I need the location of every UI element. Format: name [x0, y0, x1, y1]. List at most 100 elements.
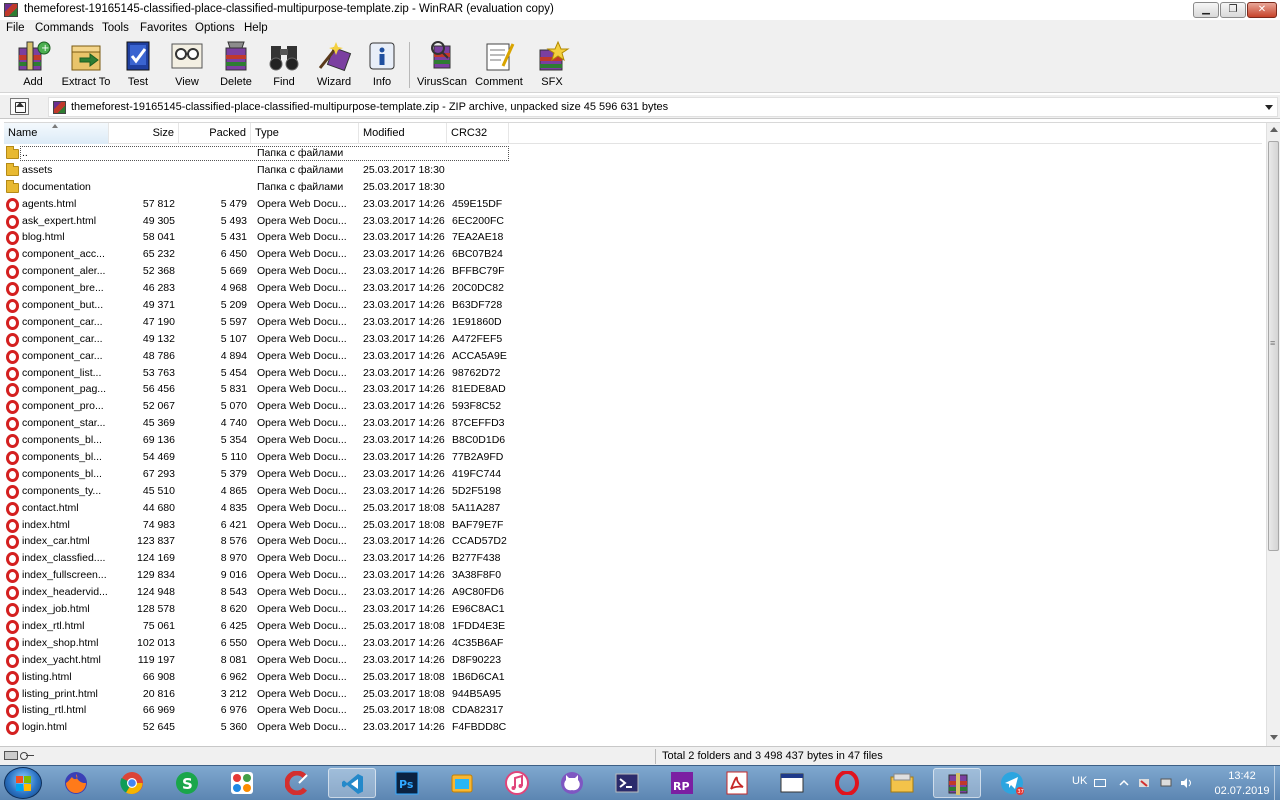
table-row[interactable]: index_headervid... 124 948 8 543 Opera Web …: [4, 584, 1262, 601]
drive-icon[interactable]: [4, 751, 18, 760]
taskbar-opera[interactable]: [823, 768, 871, 798]
table-row[interactable]: listing_rtl.html 66 969 6 976 Opera Web Doc…: [4, 702, 1262, 719]
taskbar-vscode[interactable]: [328, 768, 376, 798]
taskbar-photoshop[interactable]: Ps: [383, 768, 431, 798]
taskbar-powershell[interactable]: [603, 768, 651, 798]
clock-date[interactable]: 02.07.2019: [1212, 785, 1272, 797]
table-row[interactable]: listing_print.html 20 816 3 212 Opera Web D…: [4, 686, 1262, 703]
taskbar-skype[interactable]: S: [163, 768, 211, 798]
scroll-thumb[interactable]: [1268, 141, 1279, 551]
table-row[interactable]: index_rtl.html 75 061 6 425 Opera Web Docu.…: [4, 618, 1262, 635]
table-row[interactable]: component_car... 49 132 5 107 Opera Web Doc…: [4, 331, 1262, 348]
taskbar-office-tab[interactable]: [218, 768, 266, 798]
table-row[interactable]: index_shop.html 102 013 6 550 Opera Web Doc…: [4, 635, 1262, 652]
table-row[interactable]: ask_expert.html 49 305 5 493 Opera Web Docu…: [4, 213, 1262, 230]
menu-help[interactable]: Help: [244, 22, 268, 34]
table-row[interactable]: component_aler... 52 368 5 669 Opera Web Do…: [4, 263, 1262, 280]
taskbar-winrar[interactable]: [933, 768, 981, 798]
tray-expand-icon[interactable]: [1118, 778, 1130, 788]
table-row[interactable]: component_car... 48 786 4 894 Opera Web Doc…: [4, 348, 1262, 365]
table-row[interactable]: index_classfied.... 124 169 8 970 Opera Web…: [4, 550, 1262, 567]
column-crc32[interactable]: CRC32: [447, 123, 509, 144]
table-row[interactable]: index_job.html 128 578 8 620 Opera Web Docu…: [4, 601, 1262, 618]
find-button[interactable]: Find: [263, 40, 305, 90]
start-button[interactable]: [4, 767, 42, 799]
minimize-button[interactable]: ▁: [1193, 2, 1219, 18]
table-row[interactable]: component_car... 47 190 5 597 Opera Web Doc…: [4, 314, 1262, 331]
table-row[interactable]: .. Папка с файлами: [4, 145, 1262, 162]
test-button[interactable]: Test: [118, 40, 158, 90]
volume-icon[interactable]: [1180, 778, 1192, 788]
sfx-button[interactable]: SFX: [532, 40, 572, 90]
scroll-up-icon[interactable]: [1270, 127, 1278, 132]
menu-favorites[interactable]: Favorites: [140, 22, 187, 34]
taskbar-file-manager[interactable]: [438, 768, 486, 798]
action-center-icon[interactable]: [1138, 778, 1150, 788]
close-button[interactable]: ✕: [1247, 2, 1277, 18]
table-row[interactable]: component_acc... 65 232 6 450 Opera Web Doc…: [4, 246, 1262, 263]
table-row[interactable]: documentation Папка с файлами 25.03.2017 1…: [4, 179, 1262, 196]
table-row[interactable]: assets Папка с файлами 25.03.2017 18:30: [4, 162, 1262, 179]
table-row[interactable]: index_fullscreen... 129 834 9 016 Opera Web…: [4, 567, 1262, 584]
delete-button[interactable]: Delete: [216, 40, 256, 90]
table-row[interactable]: listing.html 66 908 6 962 Opera Web Docu...…: [4, 669, 1262, 686]
table-row[interactable]: component_pag... 56 456 5 831 Opera Web Doc…: [4, 381, 1262, 398]
table-row[interactable]: components_ty... 45 510 4 865 Opera Web Doc…: [4, 483, 1262, 500]
column-modified[interactable]: Modified: [359, 123, 447, 144]
taskbar-rp[interactable]: RP: [658, 768, 706, 798]
table-row[interactable]: index_car.html 123 837 8 576 Opera Web Docu…: [4, 533, 1262, 550]
column-packed[interactable]: Packed: [179, 123, 251, 144]
table-row[interactable]: components_bl... 69 136 5 354 Opera Web Doc…: [4, 432, 1262, 449]
table-row[interactable]: blog.html 58 041 5 431 Opera Web Docu... 23.…: [4, 229, 1262, 246]
table-row[interactable]: components_bl... 54 469 5 110 Opera Web Doc…: [4, 449, 1262, 466]
column-name[interactable]: Name: [4, 123, 109, 144]
scroll-down-icon[interactable]: [1270, 735, 1278, 740]
menu-options[interactable]: Options: [195, 22, 235, 34]
table-row[interactable]: index_yacht.html 119 197 8 081 Opera Web Do…: [4, 652, 1262, 669]
taskbar-explorer[interactable]: [878, 768, 926, 798]
table-row[interactable]: agents.html 57 812 5 479 Opera Web Docu... 2…: [4, 196, 1262, 213]
table-row[interactable]: component_star... 45 369 4 740 Opera Web Do…: [4, 415, 1262, 432]
winrar-app-icon[interactable]: [4, 3, 18, 17]
column-type[interactable]: Type: [251, 123, 359, 144]
table-row[interactable]: index.html 74 983 6 421 Opera Web Docu... 25…: [4, 517, 1262, 534]
column-size[interactable]: Size: [109, 123, 179, 144]
taskbar-telegram[interactable]: 37: [988, 768, 1036, 798]
info-button[interactable]: Info: [362, 40, 402, 90]
comment-button[interactable]: Comment: [472, 40, 526, 90]
table-row[interactable]: components_bl... 67 293 5 379 Opera Web Doc…: [4, 466, 1262, 483]
vertical-scrollbar[interactable]: [1266, 123, 1280, 746]
virusscan-button[interactable]: VirusScan: [416, 40, 468, 90]
extract-to-button[interactable]: Extract To: [60, 40, 112, 90]
up-one-level-button[interactable]: [10, 98, 29, 115]
menu-commands[interactable]: Commands: [35, 22, 94, 34]
language-indicator[interactable]: UK: [1072, 775, 1087, 787]
wizard-button[interactable]: Wizard: [312, 40, 356, 90]
taskbar-ccleaner[interactable]: [273, 768, 321, 798]
file-list[interactable]: Name Size Packed Type Modified CRC32 .. П…: [4, 122, 1280, 746]
network-icon[interactable]: [1160, 778, 1172, 788]
table-row[interactable]: component_list... 53 763 5 454 Opera Web Do…: [4, 365, 1262, 382]
taskbar-acrobat[interactable]: [713, 768, 761, 798]
table-row[interactable]: component_but... 49 371 5 209 Opera Web Doc…: [4, 297, 1262, 314]
taskbar-firefox[interactable]: [52, 768, 100, 798]
table-row[interactable]: component_bre... 46 283 4 968 Opera Web Doc…: [4, 280, 1262, 297]
path-combobox[interactable]: themeforest-19165145-classified-place-cl…: [48, 97, 1278, 117]
chevron-down-icon[interactable]: [1265, 105, 1273, 110]
view-button[interactable]: View: [167, 40, 207, 90]
table-row[interactable]: component_pro... 52 067 5 070 Opera Web Doc…: [4, 398, 1262, 415]
taskbar-window[interactable]: [768, 768, 816, 798]
key-icon[interactable]: [20, 751, 34, 760]
keyboard-icon[interactable]: [1094, 778, 1106, 788]
table-row[interactable]: contact.html 44 680 4 835 Opera Web Docu...…: [4, 500, 1262, 517]
show-desktop-button[interactable]: [1274, 766, 1280, 800]
taskbar-itunes[interactable]: [493, 768, 541, 798]
add-button[interactable]: + Add: [10, 40, 56, 90]
clock-time[interactable]: 13:42: [1212, 770, 1272, 782]
menu-file[interactable]: File: [6, 22, 25, 34]
taskbar-chrome[interactable]: [108, 768, 156, 798]
menu-tools[interactable]: Tools: [102, 22, 129, 34]
table-row[interactable]: login.html 52 645 5 360 Opera Web Docu... 23…: [4, 719, 1262, 736]
maximize-button[interactable]: ❐: [1220, 2, 1246, 18]
taskbar-github-desktop[interactable]: [548, 768, 596, 798]
